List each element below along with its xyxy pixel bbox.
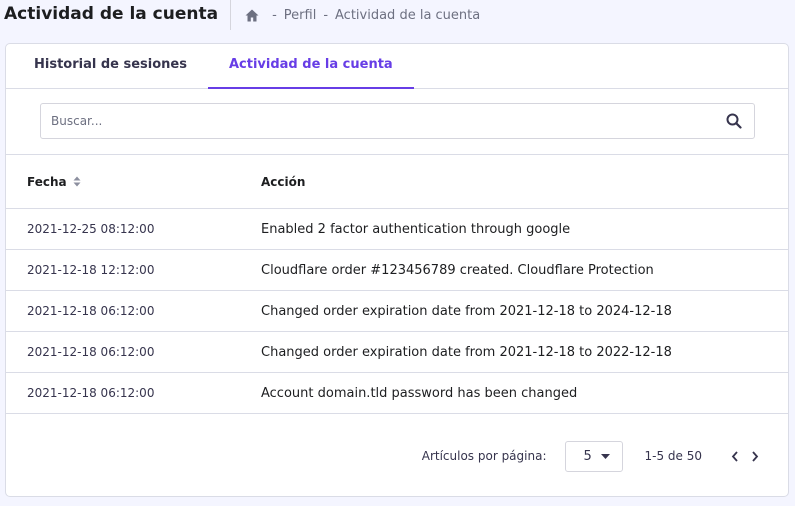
row-date: 2021-12-18 06:12:00	[27, 386, 155, 400]
row-date: 2021-12-18 12:12:00	[27, 263, 155, 277]
tab-session-history[interactable]: Historial de sesiones	[13, 44, 208, 89]
search-section	[6, 89, 788, 155]
row-action: Enabled 2 factor authentication through …	[261, 221, 571, 237]
breadcrumb-item-perfil[interactable]: Perfil	[284, 8, 317, 23]
chevron-right-icon	[752, 450, 759, 462]
table-row: 2021-12-18 06:12:00 Changed order expira…	[6, 332, 788, 373]
row-date: 2021-12-25 08:12:00	[27, 222, 155, 236]
row-date: 2021-12-18 06:12:00	[27, 345, 155, 359]
row-date: 2021-12-18 06:12:00	[27, 304, 155, 318]
pagination: Artículos por página: 5 1-5 de 50	[6, 416, 788, 496]
column-header-date[interactable]: Fecha	[6, 175, 240, 189]
table-row: 2021-12-18 12:12:00 Cloudflare order #12…	[6, 250, 788, 291]
prev-page-button[interactable]	[728, 449, 742, 463]
row-action: Account domain.tld password has been cha…	[261, 385, 578, 401]
column-header-date-label: Fecha	[27, 174, 67, 189]
table-row: 2021-12-18 06:12:00 Changed order expira…	[6, 291, 788, 332]
per-page-value: 5	[583, 448, 592, 464]
tab-bar: Historial de sesiones Actividad de la cu…	[6, 44, 788, 89]
per-page-select[interactable]: 5	[564, 440, 623, 472]
column-header-action: Acción	[261, 174, 306, 189]
chevron-left-icon	[731, 450, 738, 462]
activity-card: Historial de sesiones Actividad de la cu…	[5, 43, 789, 497]
breadcrumb-separator: -	[323, 7, 329, 23]
next-page-button[interactable]	[748, 449, 762, 463]
row-action: Changed order expiration date from 2021-…	[261, 303, 672, 319]
chevron-down-icon	[600, 453, 610, 459]
breadcrumb: - Perfil - Actividad de la cuenta	[231, 0, 480, 30]
sort-icon[interactable]	[73, 176, 81, 187]
table-header: Fecha Acción	[6, 155, 788, 209]
per-page-label: Artículos por página:	[421, 449, 547, 463]
tab-account-activity[interactable]: Actividad de la cuenta	[207, 44, 414, 89]
page-title: Actividad de la cuenta	[0, 0, 232, 30]
table-row: 2021-12-25 08:12:00 Enabled 2 factor aut…	[6, 209, 788, 250]
table-row: 2021-12-18 06:12:00 Account domain.tld p…	[6, 373, 788, 414]
page-range: 1-5 de 50	[644, 449, 703, 463]
row-action: Changed order expiration date from 2021-…	[261, 344, 672, 360]
search-box	[40, 103, 755, 139]
top-bar: Actividad de la cuenta - Perfil - Activi…	[0, 0, 795, 30]
search-input[interactable]	[51, 114, 726, 128]
breadcrumb-separator: -	[272, 7, 277, 23]
row-action: Cloudflare order #123456789 created. Clo…	[261, 262, 654, 278]
breadcrumb-item-current: Actividad de la cuenta	[335, 7, 481, 23]
home-icon[interactable]	[245, 9, 259, 22]
search-icon[interactable]	[726, 113, 742, 129]
